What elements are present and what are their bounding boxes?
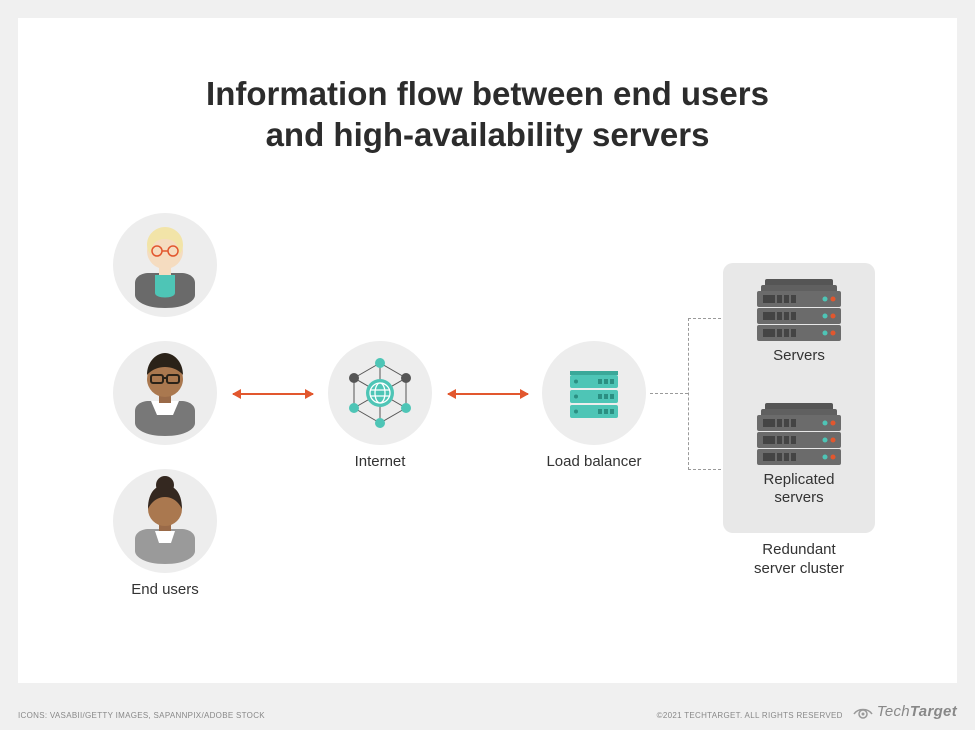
user-avatar-3: [113, 469, 217, 573]
servers-label: Servers: [723, 347, 875, 364]
server-cluster-box: Servers: [723, 263, 875, 533]
replicated-servers-icon: [753, 401, 845, 465]
replicated-servers-label: Replicatedservers: [723, 471, 875, 507]
load-balancer-label: Load balancer: [530, 453, 658, 470]
user-avatar-1: [113, 213, 217, 317]
load-balancer-icon: [542, 341, 646, 445]
internet-label: Internet: [328, 453, 432, 470]
end-users-label: End users: [113, 581, 217, 598]
person-icon: [113, 469, 217, 573]
load-balancer-node: [542, 341, 646, 445]
diagram-stage: End users: [18, 213, 957, 633]
connector-top: [688, 318, 726, 319]
network-globe-icon: [328, 341, 432, 445]
diagram-title: Information flow between end usersand hi…: [18, 18, 957, 156]
footer: ICONS: VASABII/GETTY IMAGES, SAPANNPIX/A…: [18, 703, 957, 720]
person-icon: [113, 341, 217, 445]
servers-icon: [753, 277, 845, 341]
connector-vertical: [688, 318, 689, 470]
arrow-users-internet: [233, 393, 313, 395]
footer-copyright: ©2021 TECHTARGET. ALL RIGHTS RESERVED: [657, 711, 843, 720]
person-icon: [113, 213, 217, 317]
techtarget-logo: TechTarget: [853, 703, 957, 720]
connector-bottom: [688, 469, 726, 470]
eye-icon: [853, 705, 873, 719]
arrow-internet-lb: [448, 393, 528, 395]
internet-node: [328, 341, 432, 445]
user-avatar-2: [113, 341, 217, 445]
footer-credits: ICONS: VASABII/GETTY IMAGES, SAPANNPIX/A…: [18, 711, 265, 720]
connector-lb-split: [650, 393, 688, 394]
diagram-card: Information flow between end usersand hi…: [18, 18, 957, 683]
footer-right: ©2021 TECHTARGET. ALL RIGHTS RESERVED Te…: [657, 703, 957, 720]
cluster-label: Redundantserver cluster: [723, 541, 875, 579]
